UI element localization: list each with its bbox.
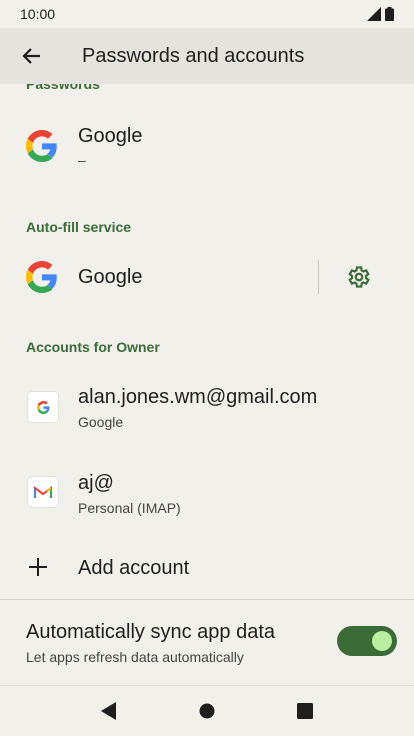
arrow-back-icon: [22, 48, 40, 64]
plus-icon: [29, 558, 47, 576]
vertical-divider: [318, 260, 319, 294]
divider: [0, 599, 414, 600]
sync-toggle[interactable]: [337, 626, 397, 656]
gmail-icon: [34, 486, 52, 498]
sync-subtitle: Let apps refresh data automatically: [26, 649, 244, 665]
battery-icon: [385, 7, 394, 21]
account-email: aj@: [78, 472, 114, 494]
passwords-header: Passwords: [26, 84, 100, 92]
toggle-knob: [372, 631, 392, 651]
account-badge: [28, 477, 58, 507]
account-badge: [28, 392, 58, 422]
navigation-bar: [0, 685, 414, 736]
triangle-back-icon: [101, 702, 116, 720]
nav-back-button[interactable]: [97, 699, 121, 723]
google-icon: [36, 400, 49, 414]
app-bar: Passwords and accounts: [0, 28, 414, 84]
gear-icon[interactable]: [345, 264, 371, 290]
status-icons: [367, 7, 394, 21]
signal-icon: [367, 7, 381, 21]
back-button[interactable]: [19, 44, 43, 68]
status-bar: 10:00: [0, 0, 414, 28]
status-time: 10:00: [20, 6, 56, 22]
google-icon: [26, 261, 57, 293]
account-type: Google: [78, 414, 124, 430]
nav-recents-button[interactable]: [293, 699, 317, 723]
add-account-label: Add account: [78, 557, 190, 579]
circle-home-icon: [199, 703, 215, 719]
accounts-header: Accounts for Owner: [26, 339, 160, 355]
passwords-google-title: Google: [78, 125, 143, 147]
account-email: alan.jones.wm@gmail.com: [78, 386, 318, 408]
sync-title: Automatically sync app data: [26, 621, 276, 643]
autofill-google-title: Google: [78, 266, 143, 288]
nav-home-button[interactable]: [195, 699, 219, 723]
passwords-google-subtitle: –: [78, 152, 86, 168]
page-title: Passwords and accounts: [82, 44, 305, 67]
google-icon: [26, 130, 57, 162]
account-type: Personal (IMAP): [78, 500, 181, 516]
autofill-header: Auto-fill service: [26, 219, 132, 235]
passwords-header-clip: Passwords: [0, 84, 414, 96]
square-recents-icon: [297, 703, 313, 719]
